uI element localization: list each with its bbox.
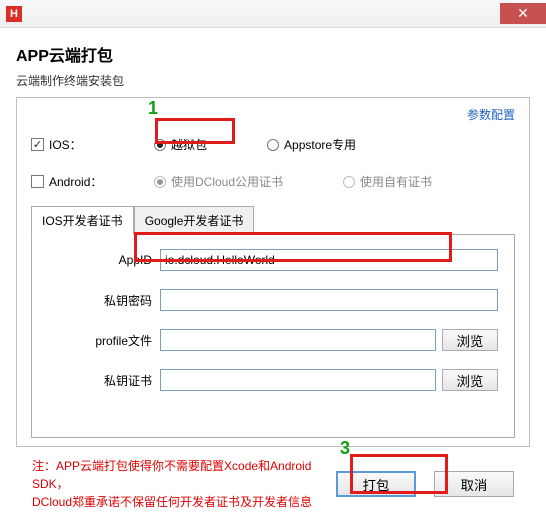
- tab-google-cert[interactable]: Google开发者证书: [134, 206, 255, 235]
- annotation-highlight-2: [134, 232, 452, 262]
- page-subtitle: 云端制作终端安装包: [16, 72, 530, 89]
- radio-icon: [343, 176, 355, 188]
- annotation-highlight-3: [350, 454, 448, 494]
- android-checkbox[interactable]: [31, 175, 44, 188]
- radio-icon: [154, 176, 166, 188]
- footer-note: 注：APP云端打包使得你不需要配置Xcode和Android SDK， DClo…: [32, 457, 336, 511]
- ios-checkbox[interactable]: [31, 138, 44, 151]
- android-label: Android：: [49, 173, 144, 190]
- radio-label: Appstore专用: [284, 136, 356, 153]
- radio-icon: [267, 139, 279, 151]
- profile-input[interactable]: [160, 329, 436, 351]
- tab-content: AppID 私钥密码 profile文件 浏览 私钥证书 浏览: [31, 234, 515, 438]
- radio-label: 使用DCloud公用证书: [171, 173, 283, 190]
- profile-browse-button[interactable]: 浏览: [442, 329, 498, 351]
- keycert-input[interactable]: [160, 369, 436, 391]
- param-config-link[interactable]: 参数配置: [467, 106, 515, 123]
- annotation-1: 1: [148, 98, 158, 119]
- title-bar: H ✕: [0, 0, 546, 28]
- tab-ios-cert[interactable]: IOS开发者证书: [31, 206, 134, 235]
- close-button[interactable]: ✕: [500, 3, 546, 24]
- ios-label: IOS：: [49, 136, 144, 153]
- page-title: APP云端打包: [16, 42, 530, 66]
- radio-own-cert: 使用自有证书: [343, 173, 432, 190]
- radio-dcloud-cert: 使用DCloud公用证书: [154, 173, 283, 190]
- keypwd-input[interactable]: [160, 289, 498, 311]
- annotation-3: 3: [340, 438, 350, 459]
- keycert-browse-button[interactable]: 浏览: [442, 369, 498, 391]
- profile-label: profile文件: [72, 332, 152, 349]
- app-icon: H: [6, 6, 22, 22]
- radio-label: 使用自有证书: [360, 173, 432, 190]
- radio-appstore[interactable]: Appstore专用: [267, 136, 356, 153]
- annotation-highlight-1: [155, 118, 235, 144]
- keycert-label: 私钥证书: [72, 372, 152, 389]
- keypwd-label: 私钥密码: [72, 292, 152, 309]
- main-panel: 参数配置 IOS： 越狱包 Appstore专用 Android：: [16, 97, 530, 447]
